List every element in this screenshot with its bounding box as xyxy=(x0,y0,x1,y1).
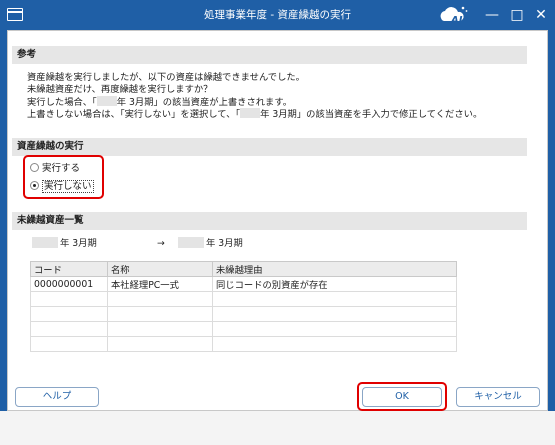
cell-reason xyxy=(212,291,457,307)
from-period: 年 3月期 xyxy=(32,237,97,251)
ai-logo-icon: AI xyxy=(440,6,468,26)
table-row[interactable] xyxy=(30,306,457,322)
unforwarded-section-header: 未繰越資産一覧 xyxy=(12,212,527,230)
reference-line-1: 資産繰越を実行しましたが、以下の資産は繰越できませんでした。 xyxy=(27,72,305,83)
cell-name xyxy=(107,291,213,307)
table-header-row: コード 名称 未繰越理由 xyxy=(30,261,457,277)
radio-do-not-execute[interactable]: 実行しない xyxy=(30,179,94,195)
cell-reason xyxy=(212,336,457,352)
execution-section-header: 資産繰越の実行 xyxy=(12,138,527,156)
to-year-placeholder xyxy=(178,237,204,248)
cell-reason xyxy=(212,321,457,337)
cell-name xyxy=(107,306,213,322)
period-arrow: → xyxy=(157,238,165,249)
to-period: 年 3月期 xyxy=(178,237,243,251)
unforwarded-assets-table: コード 名称 未繰越理由 0000000001 本社経理PC一式 同じコードの別… xyxy=(30,261,457,352)
radio-do-not-execute-indicator[interactable] xyxy=(30,181,39,190)
close-button[interactable]: ✕ xyxy=(527,0,555,30)
column-header-reason[interactable]: 未繰越理由 xyxy=(212,261,457,277)
from-year-placeholder xyxy=(32,237,58,248)
cell-name xyxy=(107,336,213,352)
cell-code xyxy=(30,321,108,337)
minimize-button[interactable]: — xyxy=(478,0,506,30)
radio-execute[interactable]: 実行する xyxy=(30,161,80,177)
reference-line-2: 未繰越資産だけ、再度繰越を実行しますか？ xyxy=(27,84,213,95)
cell-reason: 同じコードの別資産が存在 xyxy=(212,276,457,292)
title-bar[interactable]: 処理事業年度 - 資産繰越の実行 AI — □ ✕ xyxy=(0,0,555,30)
ai-logo-text: AI xyxy=(450,15,463,26)
cell-code xyxy=(30,306,108,322)
reference-section-header: 参考 xyxy=(12,46,527,64)
reference-line-3-prefix: 実行した場合、「 xyxy=(27,97,97,108)
ok-button[interactable]: OK xyxy=(362,387,442,407)
to-period-label: 年 3月期 xyxy=(206,238,243,249)
table-row[interactable] xyxy=(30,291,457,307)
reference-line-3-suffix: 年 3月期」の該当資産が上書きされます。 xyxy=(116,97,293,108)
year-placeholder xyxy=(96,96,117,106)
reference-line-4: 上書きしない場合は、「実行しない」を選択して、「 年 3月期」の該当資産を手入力で… xyxy=(27,108,482,121)
table-row[interactable] xyxy=(30,321,457,337)
year-placeholder xyxy=(240,108,261,118)
cell-name xyxy=(107,321,213,337)
dialog-bottom-bar xyxy=(0,411,555,445)
radio-do-not-execute-label[interactable]: 実行しない xyxy=(42,180,94,193)
cell-reason xyxy=(212,306,457,322)
from-period-label: 年 3月期 xyxy=(60,238,97,249)
column-header-name[interactable]: 名称 xyxy=(107,261,213,277)
cancel-button[interactable]: キャンセル xyxy=(456,387,540,407)
help-button[interactable]: ヘルプ xyxy=(15,387,99,407)
column-header-code[interactable]: コード xyxy=(30,261,108,277)
window-title: 処理事業年度 - 資産繰越の実行 xyxy=(204,9,351,21)
reference-line-4-prefix: 上書きしない場合は、「実行しない」を選択して、「 xyxy=(27,109,241,120)
table-row[interactable] xyxy=(30,336,457,352)
reference-line-4-suffix: 年 3月期」の該当資産を手入力で修正してください。 xyxy=(260,109,483,120)
cell-name: 本社経理PC一式 xyxy=(107,276,213,292)
radio-execute-label[interactable]: 実行する xyxy=(42,163,80,174)
cell-code: 0000000001 xyxy=(30,276,108,292)
radio-execute-indicator[interactable] xyxy=(30,163,39,172)
cell-code xyxy=(30,291,108,307)
cell-code xyxy=(30,336,108,352)
table-row[interactable]: 0000000001 本社経理PC一式 同じコードの別資産が存在 xyxy=(30,276,457,292)
